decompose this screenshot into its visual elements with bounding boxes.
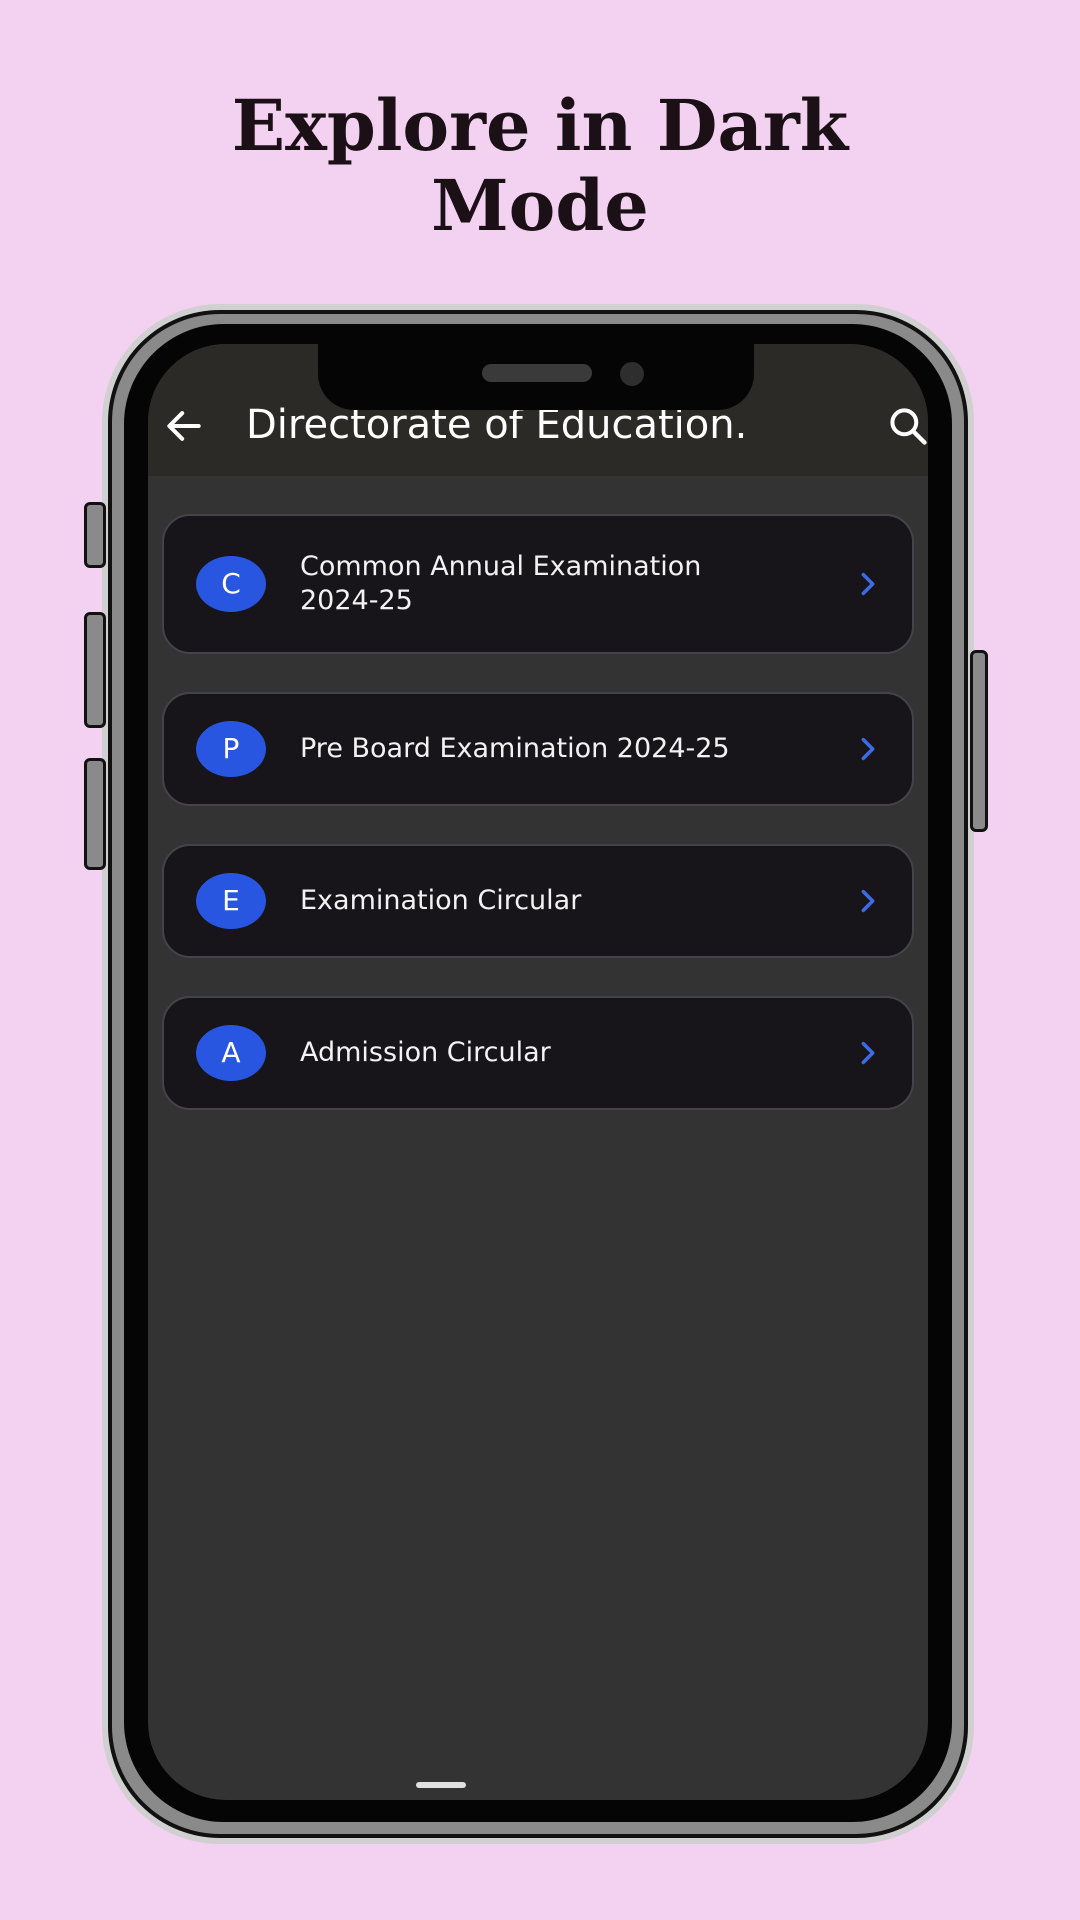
mute-switch bbox=[84, 502, 106, 568]
speaker-grille bbox=[482, 364, 592, 382]
list-item-label: Admission Circular bbox=[300, 1037, 551, 1068]
power-button bbox=[970, 650, 988, 832]
app-screen: Directorate of Education... C Common Ann… bbox=[148, 344, 928, 1800]
letter-avatar: E bbox=[196, 873, 266, 929]
volume-up-button bbox=[84, 612, 106, 728]
letter-avatar: P bbox=[196, 721, 266, 777]
menu-list: C Common Annual Examination 2024-25 P Pr… bbox=[162, 514, 914, 1148]
list-item-label: Examination Circular bbox=[300, 885, 582, 916]
list-item-label: Pre Board Examination 2024-25 bbox=[300, 733, 730, 764]
front-camera bbox=[620, 362, 644, 386]
letter-avatar: C bbox=[196, 556, 266, 612]
list-item-label: Common Annual Examination 2024-25 bbox=[300, 551, 702, 616]
search-icon[interactable] bbox=[886, 404, 928, 448]
volume-down-button bbox=[84, 758, 106, 870]
letter-avatar: A bbox=[196, 1025, 266, 1081]
home-indicator[interactable] bbox=[416, 1782, 466, 1788]
chevron-right-icon bbox=[861, 1041, 875, 1065]
list-item-common-annual-examination[interactable]: C Common Annual Examination 2024-25 bbox=[162, 514, 914, 654]
headline: Explore in Dark Mode bbox=[0, 86, 1080, 246]
chevron-right-icon bbox=[861, 572, 875, 596]
list-item-admission-circular[interactable]: A Admission Circular bbox=[162, 996, 914, 1110]
camera-notch bbox=[318, 344, 754, 410]
back-arrow-icon[interactable] bbox=[162, 404, 206, 448]
chevron-right-icon bbox=[861, 889, 875, 913]
chevron-right-icon bbox=[861, 737, 875, 761]
headline-line-2: Mode bbox=[431, 164, 649, 247]
list-item-pre-board-examination[interactable]: P Pre Board Examination 2024-25 bbox=[162, 692, 914, 806]
headline-line-1: Explore in Dark bbox=[231, 84, 849, 167]
list-item-examination-circular[interactable]: E Examination Circular bbox=[162, 844, 914, 958]
